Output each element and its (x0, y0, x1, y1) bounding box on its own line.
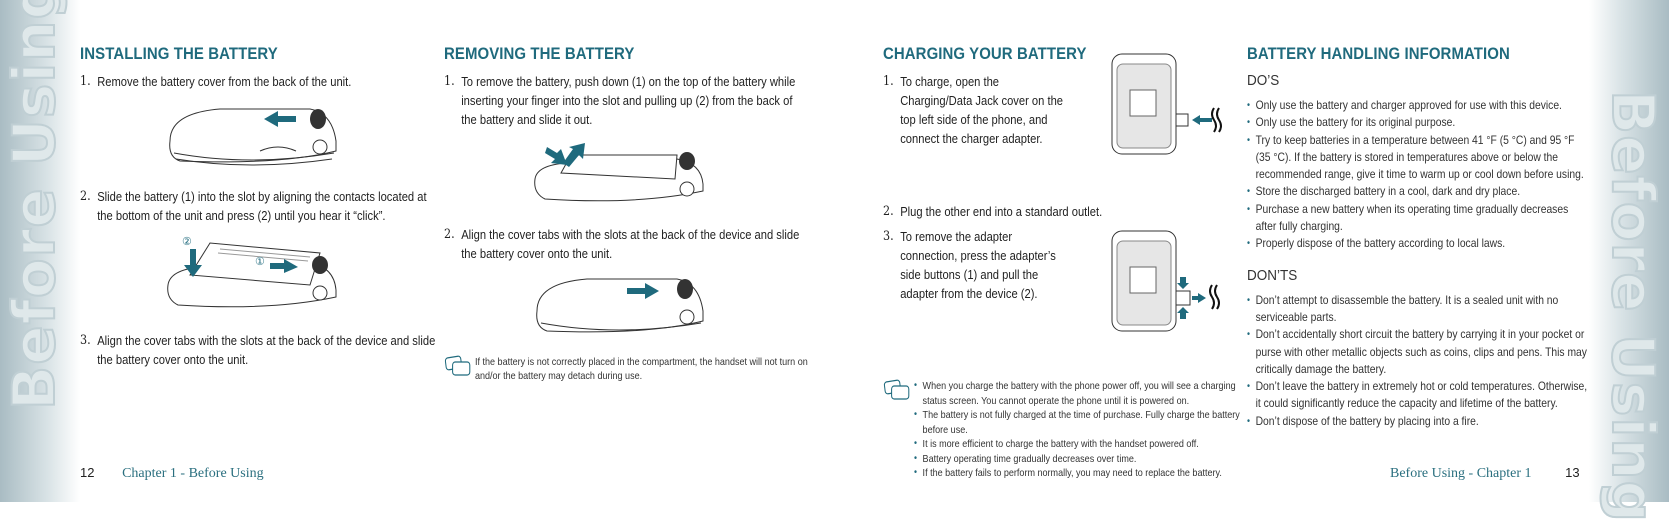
charging-section: CHARGING YOUR BATTERY 1. To charge, open… (883, 44, 1240, 481)
footer-right: Before Using - Chapter 1 13 (1390, 465, 1580, 482)
removing-section: REMOVING THE BATTERY 1. To remove the ba… (444, 44, 808, 383)
list-item: Only use the battery and charger approve… (1247, 97, 1590, 115)
note-item: When you charge the battery with the pho… (914, 379, 1258, 408)
handling-section: BATTERY HANDLING INFORMATION DO’S Only u… (1247, 44, 1587, 431)
step-item: 1. Remove the battery cover from the bac… (80, 74, 352, 89)
installing-section: INSTALLING THE BATTERY 1. Remove the bat… (80, 44, 435, 375)
step-item: 3. To remove the adapter connection, pre… (883, 229, 1056, 301)
list-item: Don’t attempt to disassemble the battery… (1247, 292, 1590, 327)
note-item: Battery operating time gradually decreas… (914, 452, 1258, 467)
list-item: Don’t leave the battery in extremely hot… (1247, 378, 1590, 413)
donts-heading: DON’TS (1247, 266, 1298, 284)
section-title: INSTALLING THE BATTERY (80, 44, 278, 63)
list-item: Purchase a new battery when its operatin… (1247, 201, 1590, 236)
note-icon (883, 379, 910, 400)
battery-cover-removal-illustration (169, 108, 337, 166)
chapter-label: Chapter 1 - Before Using (122, 466, 264, 481)
dos-list: Only use the battery and charger approve… (1247, 97, 1584, 253)
list-item: Don’t accidentally short circuit the bat… (1247, 326, 1590, 378)
step-item: 2. Align the cover tabs with the slots a… (444, 227, 800, 261)
charger-connect-illustration (1111, 53, 1222, 155)
step-item: 1. To remove the battery, push down (1) … (444, 74, 796, 127)
list-item: Properly dispose of the battery accordin… (1247, 235, 1590, 253)
note-item: It is more efficient to charge the batte… (914, 437, 1258, 452)
step-item: 2. Slide the battery (1) into the slot b… (80, 189, 427, 223)
note-item: The battery is not fully charged at the … (914, 408, 1258, 437)
note-callout: If the battery is not correctly placed i… (444, 355, 819, 383)
side-tab-label: Before Using (1598, 89, 1668, 523)
side-tab-right: Before Using (1589, 0, 1669, 523)
battery-cover-install-illustration (535, 278, 703, 333)
note-item: If the battery fails to perform normally… (914, 466, 1258, 481)
side-tab-left: Before Using (0, 0, 80, 502)
page-number: 12 (80, 465, 95, 480)
section-title: BATTERY HANDLING INFORMATION (1247, 44, 1510, 63)
footer-left: 12 Chapter 1 - Before Using (80, 465, 264, 482)
step-item: 1. To charge, open the Charging/Data Jac… (883, 74, 1064, 146)
list-item: Don’t dispose of the battery by placing … (1247, 413, 1590, 431)
battery-insertion-illustration: ② ① (167, 236, 337, 308)
step-item: 3. Align the cover tabs with the slots a… (80, 333, 436, 367)
side-tab-label: Before Using (0, 0, 69, 411)
list-item: Store the discharged battery in a cool, … (1247, 183, 1590, 201)
callout-two: ② (182, 236, 192, 248)
charger-disconnect-illustration (1111, 230, 1220, 332)
list-item: Try to keep batteries in a temperature b… (1247, 132, 1590, 184)
donts-list: Don’t attempt to disassemble the battery… (1247, 292, 1587, 431)
callout-one: ① (255, 256, 265, 268)
note-icon (444, 355, 471, 376)
dos-heading: DO’S (1247, 72, 1280, 89)
step-item: 2. Plug the other end into a standard ou… (883, 204, 1103, 219)
section-title: REMOVING THE BATTERY (444, 44, 635, 63)
charging-notes: When you charge the battery with the pho… (883, 379, 1258, 481)
chapter-label: Before Using - Chapter 1 (1390, 466, 1532, 481)
page-number: 13 (1565, 465, 1580, 480)
battery-removal-illustration (533, 143, 703, 202)
list-item: Only use the battery for its original pu… (1247, 114, 1590, 132)
